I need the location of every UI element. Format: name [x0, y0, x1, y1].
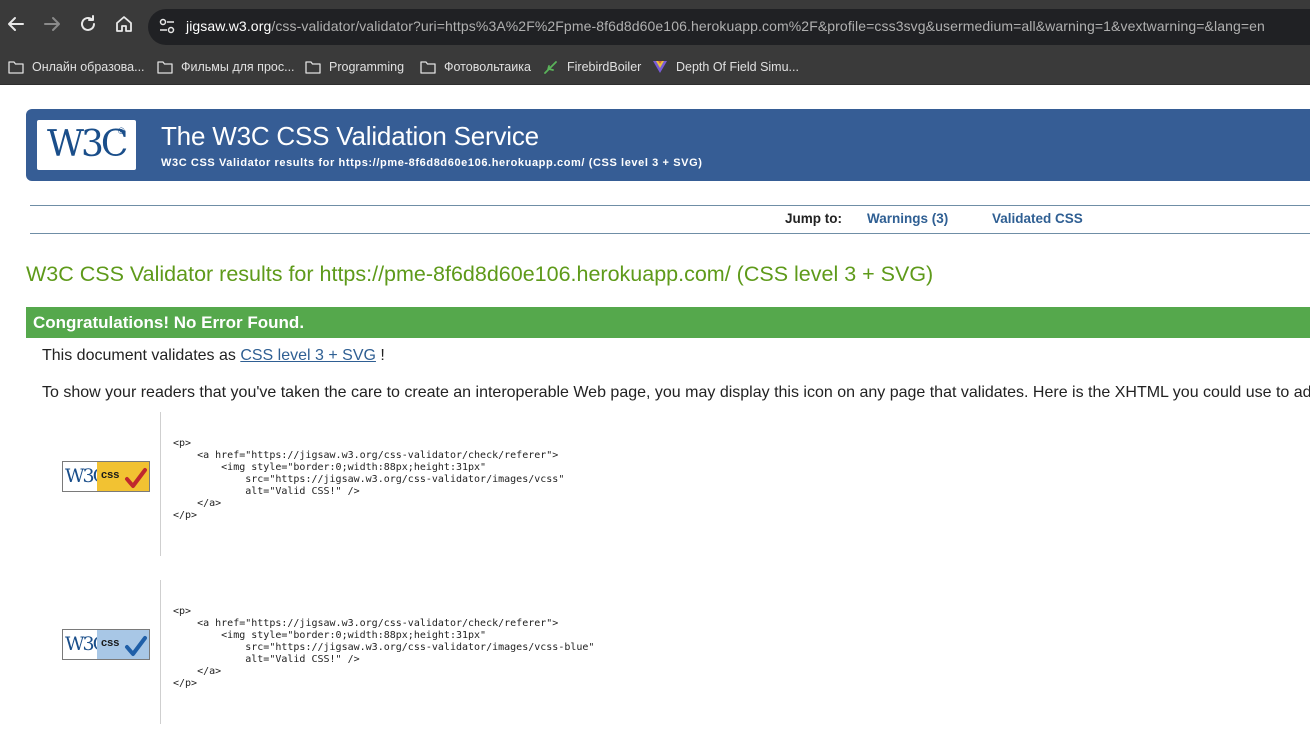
folder-icon [305, 61, 321, 74]
congrats-banner: Congratulations! No Error Found. [26, 307, 1310, 338]
prism-icon [653, 61, 667, 73]
bookmark-depth-of-field[interactable]: Depth Of Field Simu... [652, 57, 799, 77]
jump-validated-css-link[interactable]: Validated CSS [992, 211, 1083, 226]
bookmark-folder-online[interactable]: Онлайн образова... [8, 57, 145, 77]
checkmark-icon [125, 636, 147, 656]
folder-icon [157, 61, 173, 74]
address-bar[interactable]: jigsaw.w3.org/css-validator/validator?ur… [148, 9, 1310, 45]
bookmark-firebirdboiler[interactable]: FirebirdBoiler [543, 57, 641, 77]
divider [30, 233, 1310, 234]
badge-code-snippet-blue[interactable]: <p> <a href="https://jigsaw.w3.org/css-v… [173, 606, 594, 690]
page-subtitle: W3C CSS Validator results for https://pm… [161, 157, 703, 169]
validates-message: This document validates as CSS level 3 +… [42, 347, 385, 364]
w3c-logo[interactable]: W3C ® [37, 120, 136, 170]
divider [30, 205, 1310, 206]
congrats-text: Congratulations! No Error Found. [33, 313, 305, 332]
bookmarks-bar: Онлайн образова... Фильмы для прос... Pr… [0, 48, 1310, 85]
checkmark-icon [125, 468, 147, 488]
code-divider [160, 412, 161, 556]
url-text: jigsaw.w3.org/css-validator/validator?ur… [186, 18, 1265, 34]
jump-to-label: Jump to: [785, 211, 842, 226]
results-heading: W3C CSS Validator results for https://pm… [26, 262, 934, 286]
code-divider [160, 580, 161, 724]
folder-icon [420, 61, 436, 74]
reload-icon[interactable] [76, 12, 100, 36]
site-info-icon[interactable] [158, 17, 176, 35]
page-title[interactable]: The W3C CSS Validation Service [161, 121, 539, 152]
back-arrow-icon[interactable] [4, 12, 28, 36]
forward-arrow-icon[interactable] [40, 12, 64, 36]
bookmark-folder-programming[interactable]: Programming [305, 57, 404, 77]
jump-warnings-link[interactable]: Warnings (3) [867, 211, 948, 226]
css-profile-link[interactable]: CSS level 3 + SVG [240, 347, 376, 364]
valid-css-badge-blue[interactable]: W3C css [62, 629, 150, 660]
browser-toolbar: jigsaw.w3.org/css-validator/validator?ur… [0, 0, 1310, 48]
valid-css-badge-gold[interactable]: W3C css [62, 461, 150, 492]
w3c-header-banner: W3C ® The W3C CSS Validation Service W3C… [26, 109, 1310, 181]
bird-icon [544, 61, 557, 74]
folder-icon [8, 61, 24, 74]
badge-code-snippet-gold[interactable]: <p> <a href="https://jigsaw.w3.org/css-v… [173, 438, 564, 522]
readers-message: To show your readers that you've taken t… [42, 384, 1310, 401]
bookmark-folder-photovoltaics[interactable]: Фотовольтаика [420, 57, 531, 77]
bookmark-folder-films[interactable]: Фильмы для прос... [157, 57, 295, 77]
home-icon[interactable] [112, 12, 136, 36]
